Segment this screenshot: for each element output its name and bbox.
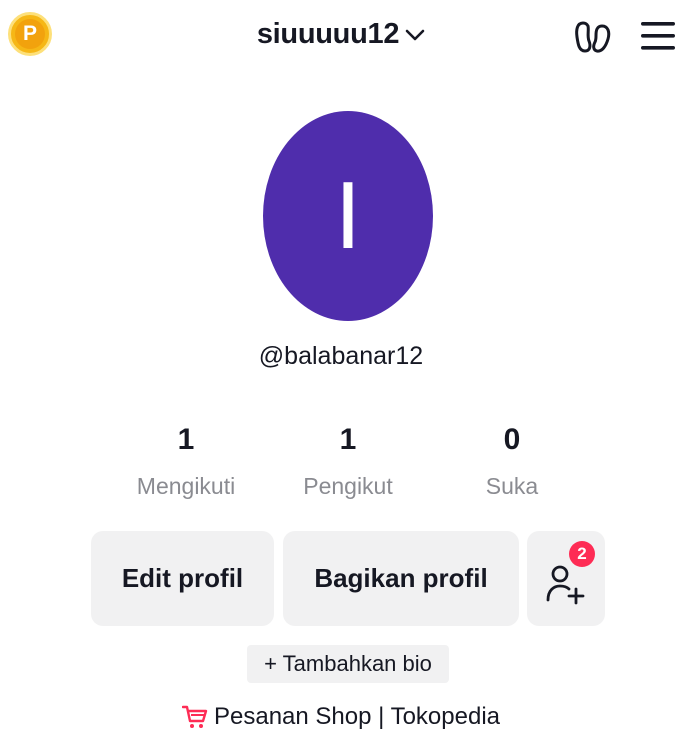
stat-likes[interactable]: 0 Suka — [432, 423, 592, 500]
avatar-letter: I — [334, 162, 362, 269]
footprint-icon[interactable] — [574, 20, 612, 54]
username-title: siuuuuu12 — [256, 18, 400, 50]
chevron-down-icon — [405, 29, 425, 40]
add-friend-button[interactable]: 2 — [527, 531, 605, 626]
stat-followers-value: 1 — [339, 423, 357, 456]
account-switcher[interactable]: siuuuuu12 — [257, 18, 425, 51]
stat-likes-value: 0 — [503, 423, 521, 456]
stat-likes-label: Suka — [485, 473, 539, 499]
shop-orders-link[interactable]: Pesanan Shop | Tokopedia — [0, 703, 682, 731]
add-bio-button[interactable]: + Tambahkan bio — [247, 645, 449, 683]
friend-request-badge: 2 — [569, 541, 595, 567]
share-profile-button[interactable]: Bagikan profil — [283, 531, 519, 626]
stat-following[interactable]: 1 Mengikuti — [106, 423, 266, 500]
shop-orders-label: Pesanan Shop | Tokopedia — [213, 703, 501, 730]
profile-handle: @balabanar12 — [258, 342, 424, 370]
stat-followers[interactable]: 1 Pengikut — [268, 423, 428, 500]
stat-followers-label: Pengikut — [303, 473, 393, 499]
shopping-cart-icon — [181, 705, 208, 728]
avatar[interactable]: I — [263, 111, 433, 321]
hamburger-menu-icon[interactable] — [641, 21, 675, 51]
stat-following-label: Mengikuti — [136, 473, 236, 499]
add-friend-icon — [546, 565, 585, 604]
stat-following-value: 1 — [177, 423, 195, 456]
edit-profile-button[interactable]: Edit profil — [91, 531, 274, 626]
